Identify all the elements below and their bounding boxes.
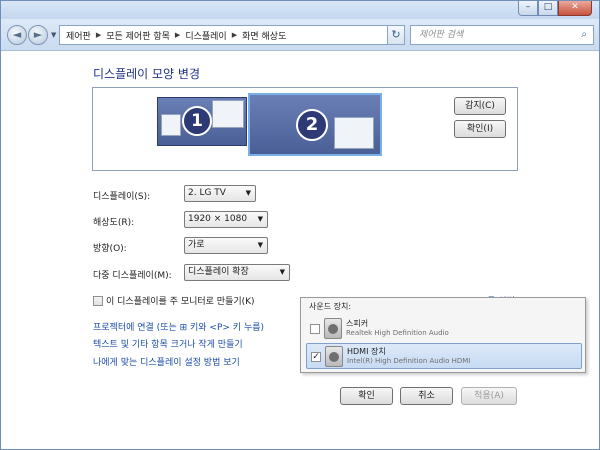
multiple-displays-select[interactable]: 디스플레이 확장 ▼ <box>184 264 290 281</box>
multiple-displays-select-value: 디스플레이 확장 <box>188 267 249 277</box>
resolution-label: 해상도(R): <box>93 218 135 228</box>
orientation-label: 방향(O): <box>93 244 127 254</box>
breadcrumb-control-panel[interactable]: 제어판 <box>63 29 94 42</box>
display-select[interactable]: 2. LG TV ▼ <box>184 185 256 202</box>
address-bar[interactable]: 제어판 ▶ 모든 제어판 항목 ▶ 디스플레이 ▶ 화면 해상도 ▼ <box>59 25 399 45</box>
sound-device-name: 스피커 <box>346 319 369 328</box>
display-settings-help-link[interactable]: 나에게 맞는 디스플레이 설정 방법 보기 <box>93 355 240 368</box>
cancel-button[interactable]: 취소 <box>400 387 453 405</box>
search-input[interactable]: 제어판 검색 ⌕ <box>410 25 594 45</box>
ok-button[interactable]: 확인 <box>340 387 393 405</box>
window-thumbnail-icon <box>161 114 181 136</box>
window-thumbnail-icon <box>212 100 244 128</box>
minimize-button[interactable]: – <box>518 1 538 16</box>
display-label: 디스플레이(S): <box>93 192 151 202</box>
monitor-1-tile[interactable]: 1 <box>157 97 247 146</box>
speaker-icon <box>325 346 343 367</box>
chevron-down-icon: ▼ <box>257 215 263 223</box>
search-placeholder: 제어판 검색 <box>419 30 464 40</box>
maximize-button[interactable]: □ <box>538 1 558 16</box>
orientation-select-value: 가로 <box>188 240 205 250</box>
identify-button[interactable]: 확인(I) <box>454 120 506 138</box>
breadcrumb-screen-resolution[interactable]: 화면 해상도 <box>239 29 289 42</box>
breadcrumb-display[interactable]: 디스플레이 <box>182 29 229 42</box>
sound-device-description: Intel(R) High Definition Audio HDMI <box>347 357 471 365</box>
text-size-link[interactable]: 텍스트 및 기타 항목 크거나 작게 만들기 <box>93 337 243 350</box>
resolution-select-value: 1920 × 1080 <box>188 214 248 224</box>
primary-monitor-label[interactable]: 이 디스플레이를 주 모니터로 만들기(K) <box>106 294 255 307</box>
breadcrumb-all-items[interactable]: 모든 제어판 항목 <box>103 29 173 42</box>
speaker-icon <box>324 318 342 339</box>
primary-monitor-checkbox[interactable] <box>93 295 103 306</box>
monitor-number-badge: 2 <box>296 109 328 141</box>
sound-device-item-hdmi[interactable]: ✓ HDMI 장치 Intel(R) High Definition Audio… <box>306 343 582 369</box>
sound-device-checkbox[interactable] <box>310 324 320 334</box>
refresh-button[interactable]: ↻ <box>387 25 405 45</box>
title-bar: – □ ✕ <box>1 1 599 19</box>
close-button[interactable]: ✕ <box>558 1 592 16</box>
chevron-down-icon: ▼ <box>245 189 251 197</box>
forward-button[interactable]: ► <box>28 25 48 45</box>
recent-pages-button[interactable]: ▼ <box>51 31 59 39</box>
sound-device-title: 사운드 장치: <box>309 302 352 311</box>
sound-device-name: HDMI 장치 <box>347 347 386 356</box>
breadcrumb-separator-icon[interactable]: ▶ <box>230 31 239 39</box>
page-title: 디스플레이 모양 변경 <box>93 67 200 81</box>
monitor-number-badge: 1 <box>182 106 212 136</box>
back-button[interactable]: ◄ <box>7 25 27 45</box>
primary-monitor-row[interactable]: 이 디스플레이를 주 모니터로 만들기(K) <box>93 294 255 307</box>
monitor-arrangement-panel: 1 2 감지(C) 확인(I) <box>92 87 518 171</box>
resolution-select[interactable]: 1920 × 1080 ▼ <box>184 211 268 228</box>
navigation-bar: ◄ ► ▼ 제어판 ▶ 모든 제어판 항목 ▶ 디스플레이 ▶ 화면 해상도 ▼… <box>1 19 599 51</box>
chevron-down-icon: ▼ <box>257 241 263 249</box>
detect-button[interactable]: 감지(C) <box>454 97 506 115</box>
apply-button[interactable]: 적용(A) <box>461 387 517 405</box>
sound-device-popup: 사운드 장치: 스피커 Realtek High Definition Audi… <box>300 297 586 373</box>
chevron-down-icon: ▼ <box>279 268 285 276</box>
sound-device-item-speaker[interactable]: 스피커 Realtek High Definition Audio <box>306 316 582 342</box>
window-thumbnail-icon <box>334 117 374 149</box>
monitor-2-tile[interactable]: 2 <box>248 93 382 156</box>
breadcrumb-separator-icon[interactable]: ▶ <box>94 31 103 39</box>
breadcrumb-separator-icon[interactable]: ▶ <box>173 31 182 39</box>
orientation-select[interactable]: 가로 ▼ <box>184 237 268 254</box>
search-icon[interactable]: ⌕ <box>581 26 587 44</box>
multiple-displays-label: 다중 디스플레이(M): <box>93 271 172 281</box>
sound-device-description: Realtek High Definition Audio <box>346 329 449 337</box>
sound-device-checkbox[interactable]: ✓ <box>311 352 321 362</box>
connect-projector-link[interactable]: 프로젝터에 연결 (또는 ⊞ 키와 <P> 키 누름) <box>93 320 264 333</box>
display-resolution-window: – □ ✕ ◄ ► ▼ 제어판 ▶ 모든 제어판 항목 ▶ 디스플레이 ▶ 화면… <box>0 0 600 450</box>
display-select-value: 2. LG TV <box>188 188 226 198</box>
